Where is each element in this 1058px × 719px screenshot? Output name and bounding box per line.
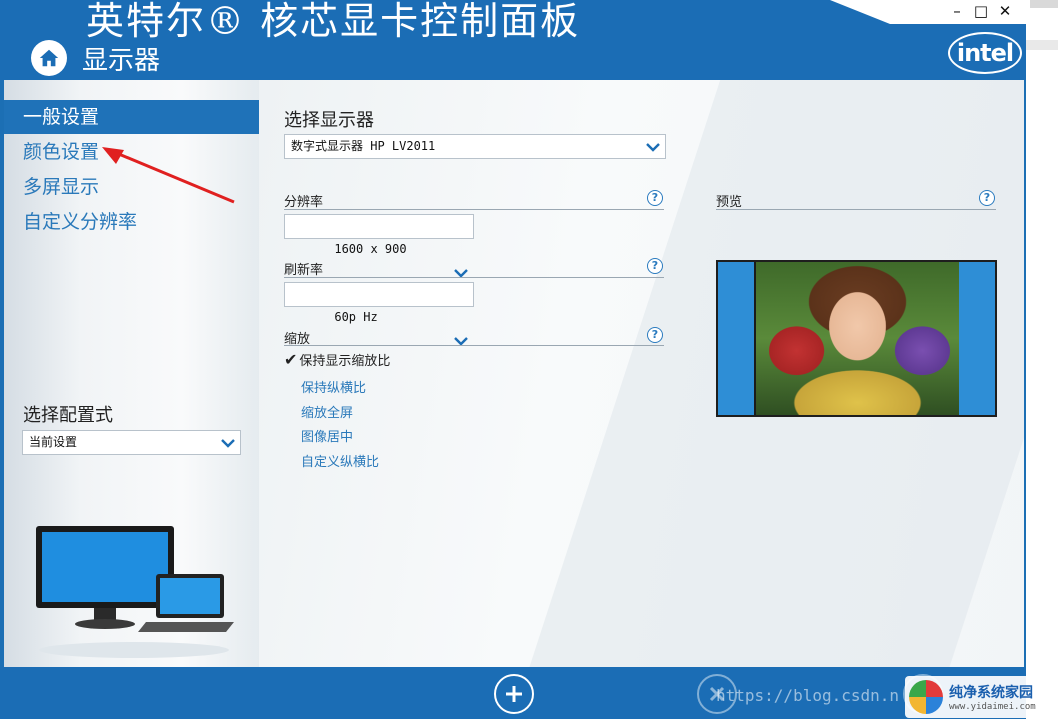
sidebar-item-multi-display[interactable]: 多屏显示	[4, 170, 259, 204]
main-panel: 选择显示器 数字式显示器 HP LV2011 分辨率 ? 1600 x 900 …	[259, 80, 1024, 667]
maximize-button[interactable]: □	[972, 2, 990, 20]
sidebar-item-general-settings[interactable]: 一般设置	[4, 100, 259, 134]
profile-label: 选择配置式	[23, 405, 113, 426]
watermark-badge: 纯净系统家园 www.yidaimei.com	[905, 676, 1055, 718]
display-preview	[716, 260, 997, 417]
checkmark-icon: ✔	[284, 350, 298, 369]
brand-site: www.yidaimei.com	[949, 702, 1036, 712]
resolution-select-value: 1600 x 900	[334, 242, 407, 256]
scaling-option-full-screen[interactable]: 缩放全屏	[301, 402, 353, 421]
monitor-laptop-illustration	[36, 526, 234, 658]
home-button[interactable]	[31, 40, 67, 76]
resolution-label: 分辨率	[284, 195, 324, 210]
scaling-option-center[interactable]: 图像居中	[301, 426, 353, 445]
scaling-option-maintain-display[interactable]: ✔ 保持显示缩放比	[284, 350, 390, 369]
resolution-help-icon[interactable]: ?	[647, 190, 663, 206]
scaling-option-aspect[interactable]: 保持纵横比	[301, 377, 366, 396]
background-window-edge	[1026, 40, 1058, 50]
window-controls: – □ ✕	[944, 0, 1018, 22]
refresh-rate-select-value: 60p Hz	[334, 310, 378, 324]
refresh-rate-select[interactable]: 60p Hz	[284, 282, 474, 346]
resolution-select[interactable]: 1600 x 900	[284, 214, 474, 278]
chevron-down-icon	[453, 287, 469, 346]
chevron-down-icon	[220, 435, 236, 451]
close-button[interactable]: ✕	[996, 2, 1014, 20]
brand-text: 纯净系统家园 www.yidaimei.com	[949, 682, 1036, 712]
preview-help-icon[interactable]: ?	[979, 190, 995, 206]
page-title: 显示器	[82, 46, 161, 76]
chevron-down-icon	[645, 139, 661, 155]
sidebar-item-custom-resolution[interactable]: 自定义分辨率	[4, 205, 259, 239]
intel-logo: intel	[948, 32, 1022, 74]
profile-select-value: 当前设置	[29, 435, 78, 449]
scaling-divider	[284, 345, 664, 346]
refresh-rate-help-icon[interactable]: ?	[647, 258, 663, 274]
minimize-button[interactable]: –	[948, 2, 966, 20]
resolution-divider	[284, 209, 664, 210]
refresh-rate-label: 刷新率	[284, 263, 324, 278]
title-bar: 英特尔® 核芯显卡控制面板 显示器 – □ ✕ intel	[0, 0, 1026, 80]
display-select[interactable]: 数字式显示器 HP LV2011	[284, 134, 666, 159]
brand-name: 纯净系统家园	[949, 685, 1033, 701]
app-window: 英特尔® 核芯显卡控制面板 显示器 – □ ✕ intel 一般设置 颜色设置 …	[0, 0, 1026, 719]
background-window-edge	[1030, 0, 1058, 8]
scaling-option-custom-aspect[interactable]: 自定义纵横比	[301, 451, 379, 470]
scaling-help-icon[interactable]: ?	[647, 327, 663, 343]
sidebar-item-color-settings[interactable]: 颜色设置	[4, 135, 259, 169]
watermark-url: https://blog.csdn.n	[716, 686, 900, 705]
plus-icon	[506, 686, 522, 702]
display-select-value: 数字式显示器 HP LV2011	[291, 139, 436, 153]
select-display-label: 选择显示器	[284, 110, 374, 131]
home-icon	[39, 49, 59, 67]
chevron-down-icon	[453, 219, 469, 278]
add-button[interactable]	[494, 674, 534, 714]
intel-logo-text: intel	[956, 39, 1014, 67]
preview-photo	[756, 262, 959, 415]
preview-left-bar	[718, 262, 754, 415]
preview-right-bar	[959, 262, 995, 415]
sidebar: 一般设置 颜色设置 多屏显示 自定义分辨率 选择配置式 当前设置	[4, 80, 259, 667]
desktop-background	[1026, 0, 1058, 719]
profile-select[interactable]: 当前设置	[22, 430, 241, 455]
app-title: 英特尔® 核芯显卡控制面板	[86, 0, 581, 43]
preview-divider	[716, 209, 996, 210]
preview-label: 预览	[716, 195, 743, 210]
scaling-option-label: 保持显示缩放比	[299, 354, 391, 369]
brand-logo-icon	[909, 680, 943, 714]
refresh-rate-divider	[284, 277, 664, 278]
